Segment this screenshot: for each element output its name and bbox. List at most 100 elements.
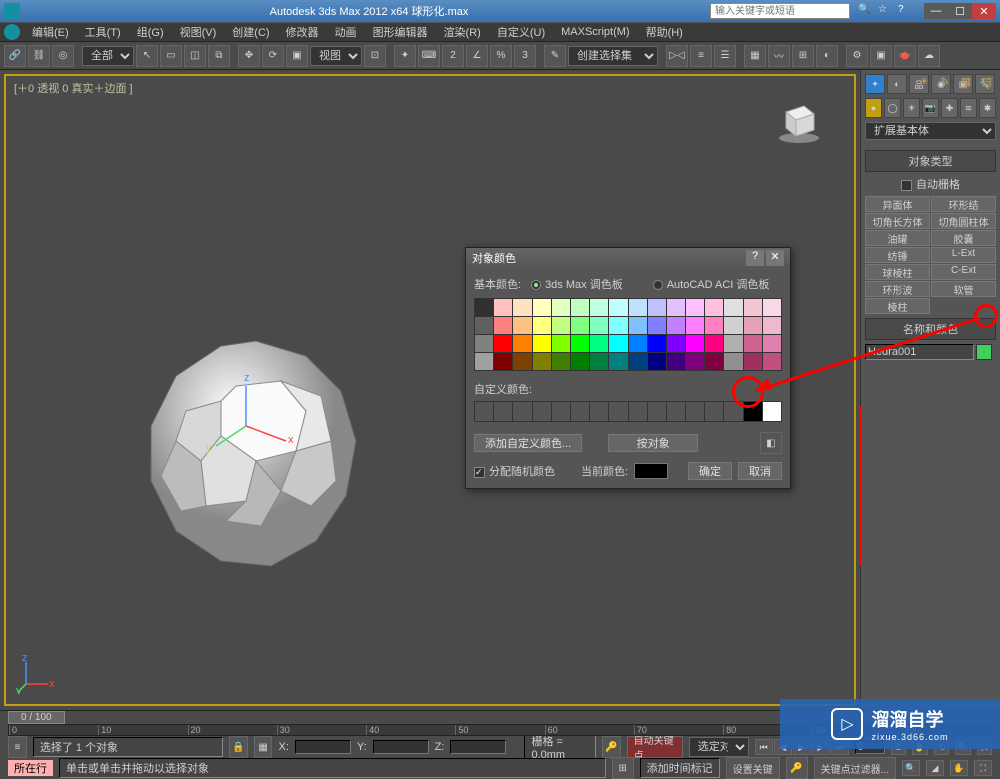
- menu-maxscript[interactable]: MAXScript(M): [553, 24, 637, 40]
- coord-mode-icon[interactable]: ▦: [254, 736, 273, 758]
- obj-btn-gengon[interactable]: 球棱柱: [865, 264, 930, 280]
- modify-tab-icon[interactable]: ◐: [887, 74, 907, 94]
- manipulate-icon[interactable]: ✦: [394, 45, 416, 67]
- palette-swatch[interactable]: [724, 317, 742, 334]
- menu-help[interactable]: 帮助(H): [638, 22, 691, 42]
- cameras-icon[interactable]: 📷: [922, 98, 939, 118]
- palette-swatch[interactable]: [475, 353, 493, 370]
- radio-3dsmax[interactable]: 3ds Max 调色板: [531, 276, 623, 292]
- custom-swatch[interactable]: [609, 402, 627, 421]
- app-menu-button[interactable]: [4, 24, 20, 40]
- light-icon[interactable]: ☀: [915, 72, 933, 90]
- snap-percent-icon[interactable]: %: [490, 45, 512, 67]
- geometry-icon[interactable]: ●: [865, 98, 882, 118]
- palette-swatch[interactable]: [648, 353, 666, 370]
- signin-icon[interactable]: ☆: [878, 4, 892, 18]
- nav-zoom2-icon[interactable]: 🔍: [902, 760, 920, 776]
- helpers-icon[interactable]: ✚: [941, 98, 958, 118]
- lights-icon[interactable]: ☀: [903, 98, 920, 118]
- snap-angle-icon[interactable]: ∠: [466, 45, 488, 67]
- autokey-button[interactable]: 自动关键点: [627, 736, 683, 758]
- mirror-icon[interactable]: ▷◁: [666, 45, 688, 67]
- render-icon[interactable]: 🫖: [894, 45, 916, 67]
- palette-swatch[interactable]: [629, 317, 647, 334]
- palette-swatch[interactable]: [552, 353, 570, 370]
- obj-btn-hedra[interactable]: 异面体: [865, 196, 930, 212]
- paint-icon[interactable]: ✎: [936, 72, 954, 90]
- palette-swatch[interactable]: [609, 335, 627, 352]
- viewport-label[interactable]: [＋0 透视 0 真实＋边面 ]: [14, 80, 133, 96]
- palette-swatch[interactable]: [533, 317, 551, 334]
- name-color-header[interactable]: 名称和颜色: [865, 318, 996, 340]
- schematic-icon[interactable]: ⊞: [792, 45, 814, 67]
- palette-swatch[interactable]: [513, 335, 531, 352]
- palette-swatch[interactable]: [686, 335, 704, 352]
- obj-btn-hose[interactable]: 软管: [931, 281, 996, 297]
- y-input[interactable]: [373, 740, 429, 754]
- palette-swatch[interactable]: [686, 317, 704, 334]
- config-icon[interactable]: ▤: [978, 72, 996, 90]
- palette-swatch[interactable]: [667, 299, 685, 316]
- systems-icon[interactable]: ✱: [979, 98, 996, 118]
- palette-swatch[interactable]: [475, 317, 493, 334]
- custom-swatch[interactable]: [590, 402, 608, 421]
- time-slider-thumb[interactable]: 0 / 100: [8, 711, 65, 724]
- palette-swatch[interactable]: [724, 353, 742, 370]
- create-tab-icon[interactable]: ✦: [865, 74, 885, 94]
- window-crossing-icon[interactable]: ⧉: [208, 45, 230, 67]
- menu-group[interactable]: 组(G): [129, 22, 172, 42]
- search-submit-icon[interactable]: 🔍: [858, 4, 872, 18]
- palette-swatch[interactable]: [667, 335, 685, 352]
- material-editor-icon[interactable]: ◐: [816, 45, 838, 67]
- nav-pan2-icon[interactable]: ✋: [950, 760, 968, 776]
- named-selection-dropdown[interactable]: 创建选择集: [568, 46, 658, 66]
- lock-selection-icon[interactable]: 🔒: [229, 736, 248, 758]
- palette-swatch[interactable]: [475, 335, 493, 352]
- refcoord-dropdown[interactable]: 视图: [310, 46, 362, 66]
- palette-swatch[interactable]: [494, 317, 512, 334]
- cancel-button[interactable]: 取消: [738, 462, 782, 480]
- space-warps-icon[interactable]: ≋: [960, 98, 977, 118]
- palette-swatch[interactable]: [494, 353, 512, 370]
- dialog-help-icon[interactable]: ?: [746, 250, 764, 266]
- menu-grapheditors[interactable]: 图形编辑器: [365, 22, 436, 42]
- graphite-icon[interactable]: ▦: [744, 45, 766, 67]
- obj-btn-lext[interactable]: L-Ext: [931, 247, 996, 263]
- shapes-icon[interactable]: ◯: [884, 98, 901, 118]
- layers-icon[interactable]: ☰: [714, 45, 736, 67]
- keyboard-icon[interactable]: ⌨: [418, 45, 440, 67]
- palette-swatch[interactable]: [590, 353, 608, 370]
- hedra-object[interactable]: z x y: [126, 331, 386, 591]
- rotate-icon[interactable]: ⟳: [262, 45, 284, 67]
- spinner-icon[interactable]: 3: [514, 45, 536, 67]
- select-icon[interactable]: ↖: [136, 45, 158, 67]
- palette-swatch[interactable]: [513, 353, 531, 370]
- palette-swatch[interactable]: [571, 353, 589, 370]
- palette-swatch[interactable]: [744, 353, 762, 370]
- object-color-swatch[interactable]: [976, 344, 992, 360]
- custom-swatch[interactable]: [629, 402, 647, 421]
- palette-swatch[interactable]: [629, 299, 647, 316]
- render-prod-icon[interactable]: ☁: [918, 45, 940, 67]
- palette-swatch[interactable]: [494, 299, 512, 316]
- palette-swatch[interactable]: [667, 353, 685, 370]
- render-setup-icon[interactable]: ⚙: [846, 45, 868, 67]
- radio-autocad[interactable]: AutoCAD ACI 调色板: [653, 276, 770, 292]
- obj-btn-cext[interactable]: C-Ext: [931, 264, 996, 280]
- key-filters-button[interactable]: 关键点过滤器...: [814, 757, 896, 779]
- palette-swatch[interactable]: [533, 299, 551, 316]
- obj-btn-chamferbox[interactable]: 切角长方体: [865, 213, 930, 229]
- menu-animation[interactable]: 动画: [327, 22, 365, 42]
- palette-swatch[interactable]: [533, 335, 551, 352]
- auto-grid-row[interactable]: 自动栅格: [865, 174, 996, 196]
- obj-btn-chamfercyl[interactable]: 切角圆柱体: [931, 213, 996, 229]
- custom-swatch[interactable]: [513, 402, 531, 421]
- palette-swatch[interactable]: [609, 317, 627, 334]
- menu-customize[interactable]: 自定义(U): [489, 22, 553, 42]
- palette-swatch[interactable]: [552, 335, 570, 352]
- palette-swatch[interactable]: [590, 317, 608, 334]
- custom-swatch[interactable]: [648, 402, 666, 421]
- object-name-input[interactable]: [865, 344, 974, 360]
- palette-swatch[interactable]: [763, 299, 781, 316]
- menu-tools[interactable]: 工具(T): [77, 22, 129, 42]
